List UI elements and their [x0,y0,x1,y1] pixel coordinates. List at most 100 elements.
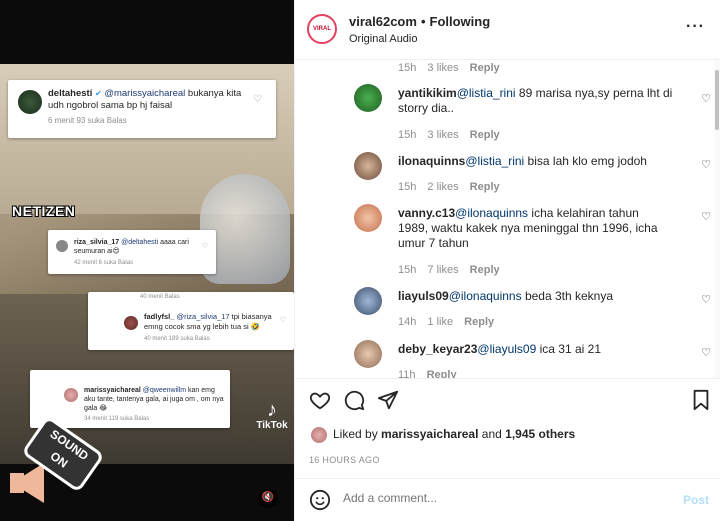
comment-text: liayuls09@ilonaquinns beda 3th keknya [398,289,676,304]
following-button[interactable]: Following [430,14,491,29]
avatar[interactable] [354,84,382,112]
audio-link[interactable]: Original Audio [349,33,418,45]
heart-icon[interactable]: ♡ [701,158,711,171]
comment-mention[interactable]: @ilonaquinns [455,206,528,220]
share-icon[interactable] [377,389,399,417]
overlay-comment-mention: @deltahesti [121,239,159,246]
heart-icon[interactable]: ♡ [701,92,711,105]
app-root: deltahesti ✔ @marissyaichareal bukanya k… [0,0,720,521]
avatar[interactable] [354,152,382,180]
overlay-comment-1: deltahesti ✔ @marissyaichareal bukanya k… [8,80,276,138]
emoji-icon[interactable] [309,489,331,517]
reply-button[interactable]: Reply [470,264,500,276]
comment-mention[interactable]: @ilonaquinns [449,289,522,303]
avatar[interactable] [354,287,382,315]
comment-meta: 15h 7 likes Reply [398,264,508,276]
overlay-comment-user: deltahesti [48,88,93,99]
comment-likes[interactable]: 2 likes [427,181,458,193]
mute-icon[interactable]: 🔇 [258,488,278,508]
overlay-comment-text: fadlyfsl_ @riza_silvia_17 tpi biasanya e… [144,312,279,332]
comment-text: ilonaquinns@listia_rini bisa lah klo emg… [398,154,676,169]
avatar[interactable] [354,204,382,232]
overlay-comment-meta: 40 menit 189 suka Balas [144,336,210,342]
avatar[interactable] [354,340,382,368]
overlay-comment-text: marissyaichareal @qweenwillm kan emg aku… [84,386,224,413]
overlay-comment-4: marissyaichareal @qweenwillm kan emg aku… [30,370,230,428]
comment-user[interactable]: liayuls09 [398,289,449,303]
avatar [311,427,327,443]
reply-button[interactable]: Reply [470,62,500,74]
comment-time: 15h [398,62,417,74]
logo-text: VIRAL [313,26,331,32]
post-timestamp[interactable]: 16 HOURS AGO [309,455,380,465]
avatar [124,316,138,330]
reply-button[interactable]: Reply [470,181,500,193]
avatar [64,388,78,402]
header-user-line: viral62com • Following [349,14,490,29]
overlay-comment-meta: 42 menit 6 suka Balas [74,260,134,266]
overlay-comment-mention: @marissyaichareal [104,88,186,99]
comments-scrollbar[interactable] [714,60,720,378]
comment-likes[interactable]: 7 likes [427,264,458,276]
post-actions: Liked by marissyaichareal and 1,945 othe… [295,378,720,478]
overlay-comment-user: marissyaichareal [84,387,141,394]
overlay-comment-3: 40 menit Balas fadlyfsl_ @riza_silvia_17… [88,292,294,350]
overlay-comment-user: fadlyfsl_ [144,312,175,321]
post-button[interactable]: Post [683,493,709,507]
liked-others-link[interactable]: 1,945 others [505,427,575,441]
liked-and: and [478,427,506,442]
comment-likes[interactable]: 3 likes [427,129,458,141]
heart-icon[interactable]: ♡ [701,346,711,359]
overlay-comment-mention: @riza_silvia_17 [176,312,230,321]
profile-avatar[interactable]: VIRAL [307,14,337,44]
comment-body: ica 31 ai 21 [536,342,601,356]
overlay-comment-text: riza_silvia_17 @deltahesti aaaa cari seu… [74,238,209,256]
comment-likes[interactable]: 1 like [427,316,453,328]
comment-body: bisa lah klo emg jodoh [524,154,647,168]
comment-meta: 15h 3 likes Reply [398,129,508,141]
reel-video[interactable]: deltahesti ✔ @marissyaichareal bukanya k… [0,0,294,521]
comment-user[interactable]: deby_keyar23 [398,342,477,356]
scrollbar-thumb[interactable] [715,70,719,130]
like-heart-icon[interactable] [309,389,331,417]
comment-time: 15h [398,129,417,141]
comment-time: 14h [398,316,417,328]
add-comment-input[interactable] [343,491,643,505]
comments-list: 15h 3 likes Reply yantikikim@listia_rini… [295,60,720,378]
comment-text: yantikikim@listia_rini 89 marisa nya,sy … [398,86,676,116]
username-link[interactable]: viral62com [349,14,417,29]
post-panel: VIRAL viral62com • Following Original Audi… [294,0,720,521]
comment-user[interactable]: vanny.c13 [398,206,455,220]
more-options-icon[interactable]: ··· [686,18,705,36]
overlay-comment-mention: @qweenwillm [142,387,187,394]
overlay-comment-text: deltahesti ✔ @marissyaichareal bukanya k… [48,88,253,112]
comment-likes[interactable]: 3 likes [427,62,458,74]
reply-button[interactable]: Reply [470,129,500,141]
reply-button[interactable]: Reply [427,369,457,378]
heart-icon[interactable]: ♡ [701,293,711,306]
comment-user[interactable]: ilonaquinns [398,154,465,168]
comment-meta: 14h 1 like Reply [398,316,502,328]
comment-time: 15h [398,264,417,276]
comment-user[interactable]: yantikikim [398,86,457,100]
tiktok-watermark: ♪ TikTok [252,400,292,431]
comment-meta: 11h Reply [398,369,465,378]
sound-on-sticker: SOUND ON [10,415,105,515]
comment-mention[interactable]: @listia_rini [457,86,516,100]
comment-text: vanny.c13@ilonaquinns icha kelahiran tah… [398,206,668,251]
comment-mention[interactable]: @listia_rini [465,154,524,168]
heart-icon: ♡ [279,317,286,324]
liked-user-link[interactable]: marissyaichareal [381,427,478,441]
bookmark-icon[interactable] [691,389,711,417]
heart-icon[interactable]: ♡ [701,210,711,223]
post-header: VIRAL viral62com • Following Original Audi… [295,0,720,60]
comment-meta: 15h 2 likes Reply [398,181,508,193]
tiktok-icon: ♪ [267,399,277,421]
avatar [56,240,68,252]
overlay-comment-user: riza_silvia_17 [74,239,120,246]
comment-icon[interactable] [343,389,365,417]
netizen-label: NETIZEN [12,203,76,219]
comment-mention[interactable]: @liayuls09 [477,342,536,356]
reply-button[interactable]: Reply [464,316,494,328]
add-comment-bar: Post [295,478,720,521]
